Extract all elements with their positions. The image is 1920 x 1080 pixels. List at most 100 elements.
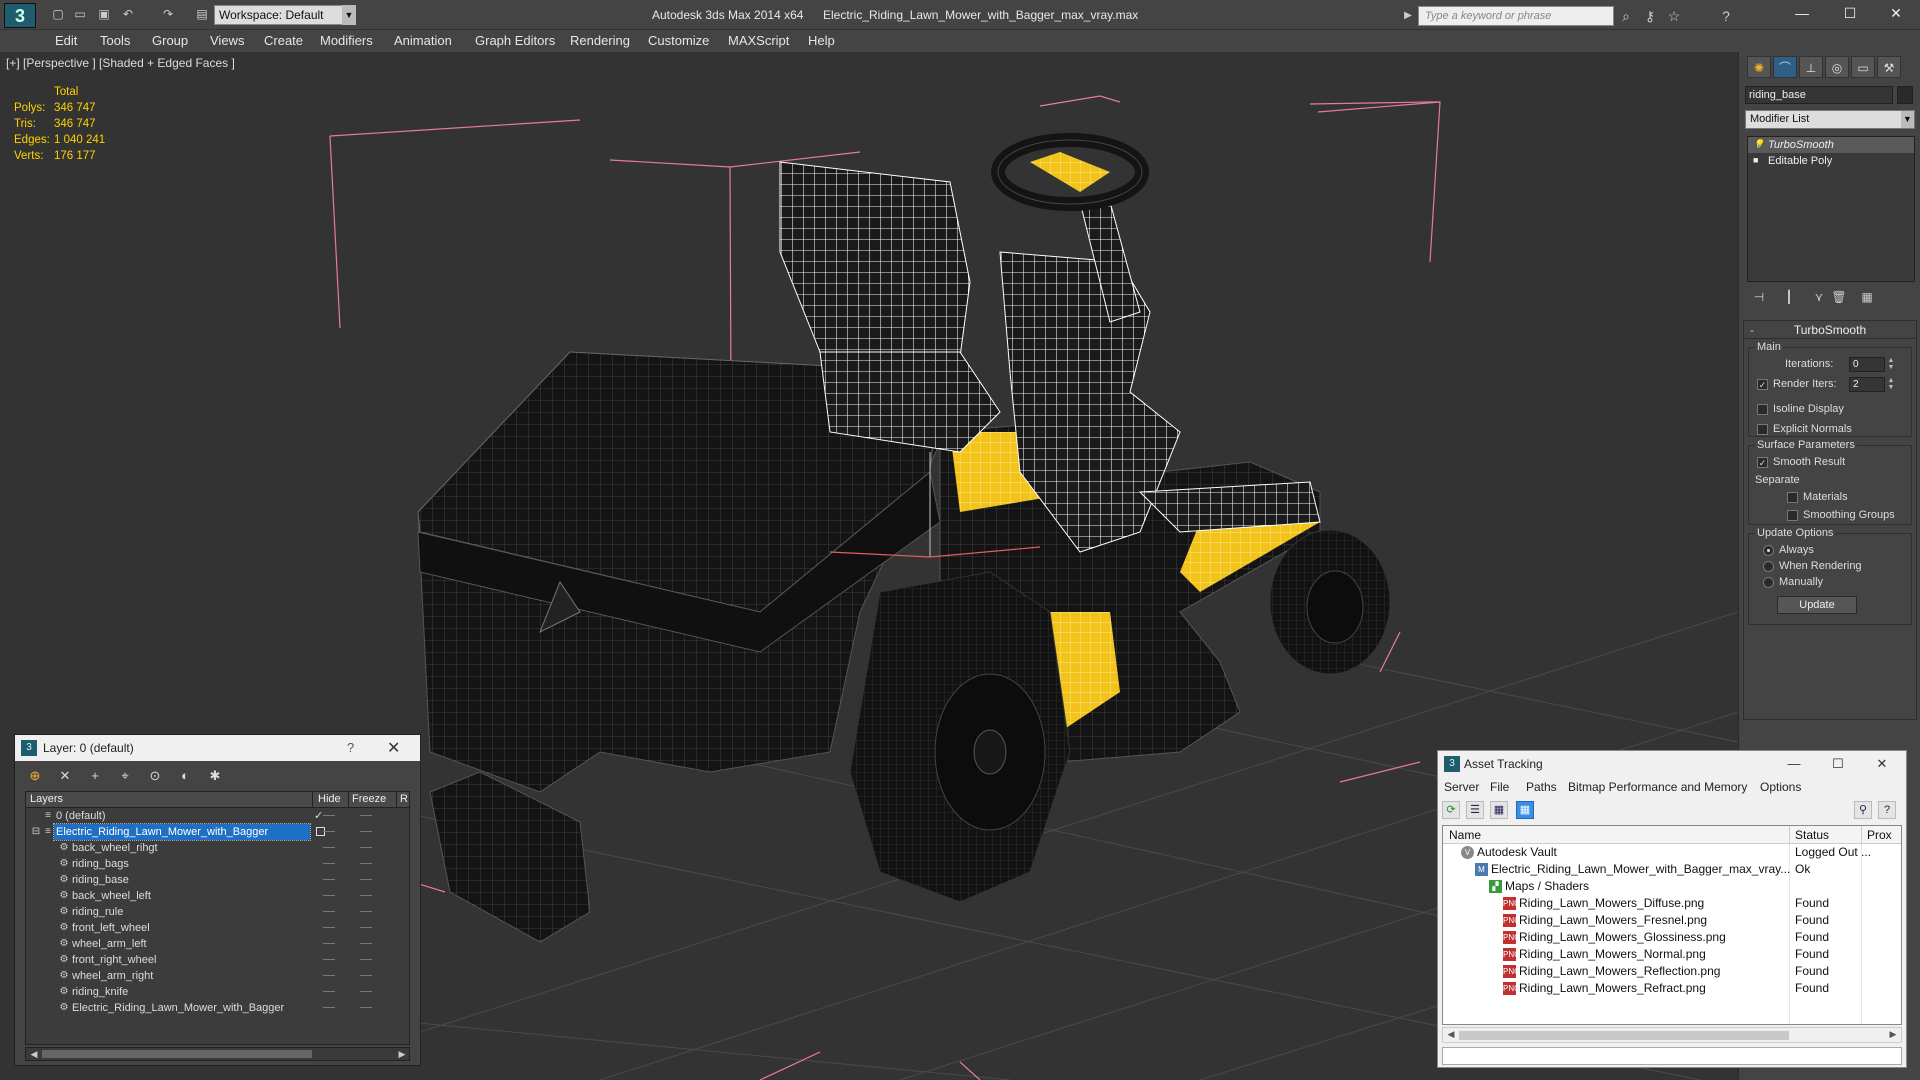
scrollbar-thumb[interactable] — [42, 1050, 312, 1058]
layer-row[interactable]: ⚙ back_wheel_left — [26, 888, 409, 904]
freeze-toggle[interactable] — [360, 863, 372, 864]
menu-edit[interactable]: Edit — [55, 33, 77, 48]
layer-row[interactable]: ⚙ wheel_arm_right — [26, 968, 409, 984]
hierarchy-tab-icon[interactable]: ⊥ — [1799, 56, 1823, 78]
hide-toggle[interactable] — [323, 815, 335, 816]
asset-row[interactable]: PNG Riding_Lawn_Mowers_Refract.png Found — [1443, 980, 1901, 997]
help-icon[interactable]: ? — [1716, 6, 1736, 26]
delete-layer-icon[interactable]: ✕ — [55, 767, 75, 785]
utilities-tab-icon[interactable]: ⚒ — [1877, 56, 1901, 78]
hide-toggle[interactable] — [323, 991, 335, 992]
undo-icon[interactable]: ↶ — [120, 7, 136, 22]
binoculars-icon[interactable]: ⌕ — [1616, 6, 1636, 26]
3ds-max-logo-icon[interactable]: 3 — [4, 3, 36, 28]
col-name[interactable]: Name — [1449, 828, 1481, 842]
col-proxy[interactable]: Prox — [1867, 828, 1892, 842]
minimize-button[interactable]: — — [1780, 0, 1824, 26]
layer-window-titlebar[interactable]: 3 Layer: 0 (default) ? ✕ — [15, 735, 420, 761]
display-tab-icon[interactable]: ▭ — [1851, 56, 1875, 78]
freeze-all-layers-icon[interactable]: ✱ — [205, 767, 225, 785]
col-layers[interactable]: Layers — [30, 793, 63, 805]
grid-view-icon[interactable]: ▦ — [1516, 801, 1534, 819]
freeze-toggle[interactable] — [360, 879, 372, 880]
hide-toggle[interactable] — [323, 975, 335, 976]
update-button[interactable]: Update — [1777, 596, 1857, 614]
create-tab-icon[interactable]: ✺ — [1747, 56, 1771, 78]
key-icon[interactable]: ⚷ — [1640, 6, 1660, 26]
freeze-toggle[interactable] — [360, 991, 372, 992]
select-objects-in-layer-icon[interactable]: ⌖ — [115, 767, 135, 785]
help-icon[interactable]: ? — [347, 740, 354, 755]
asset-menu-options[interactable]: Options — [1760, 780, 1801, 794]
star-icon[interactable]: ☆ — [1664, 6, 1684, 26]
freeze-toggle[interactable] — [360, 975, 372, 976]
freeze-toggle[interactable] — [360, 847, 372, 848]
lightbulb-icon[interactable]: 💡 — [1753, 140, 1764, 149]
object-color-swatch[interactable] — [1897, 86, 1913, 104]
hide-toggle[interactable] — [323, 927, 335, 928]
search-input[interactable]: Type a keyword or phrase — [1418, 6, 1614, 26]
save-icon[interactable]: ▣ — [96, 7, 112, 22]
layer-row[interactable]: ⚙ riding_knife — [26, 984, 409, 1000]
layer-row[interactable]: ⚙ front_right_wheel — [26, 952, 409, 968]
menu-modifiers[interactable]: Modifiers — [320, 33, 373, 48]
modify-tab-icon[interactable]: ⌒ — [1773, 56, 1797, 78]
chevron-down-icon[interactable]: ▼ — [342, 5, 356, 25]
freeze-toggle[interactable] — [360, 1007, 372, 1008]
list-view-icon[interactable]: ☰ — [1466, 801, 1484, 819]
asset-row[interactable]: ▞ Maps / Shaders — [1443, 878, 1901, 895]
col-hide[interactable]: Hide — [318, 793, 341, 805]
freeze-toggle[interactable] — [360, 895, 372, 896]
menu-graph-editors[interactable]: Graph Editors — [475, 33, 555, 48]
scroll-left-icon[interactable]: ◀ — [1445, 1028, 1457, 1040]
hide-toggle[interactable] — [323, 895, 335, 896]
make-unique-icon[interactable]: ⋎ — [1809, 288, 1829, 306]
asset-row[interactable]: PNG Riding_Lawn_Mowers_Reflection.png Foun… — [1443, 963, 1901, 980]
layer-row[interactable]: ⚙ front_left_wheel — [26, 920, 409, 936]
asset-window-titlebar[interactable]: 3 Asset Tracking — ☐ ✕ — [1438, 751, 1906, 777]
expand-search-icon[interactable]: ▶ — [1398, 6, 1418, 26]
layer-row[interactable]: ⚙ Electric_Riding_Lawn_Mower_with_Bagger — [26, 1000, 409, 1016]
asset-menu-server[interactable]: Server — [1444, 780, 1479, 794]
menu-help[interactable]: Help — [808, 33, 835, 48]
asset-row[interactable]: PNG Riding_Lawn_Mowers_Normal.png Found — [1443, 946, 1901, 963]
hide-toggle[interactable] — [323, 863, 335, 864]
close-button[interactable]: ✕ — [1862, 753, 1902, 775]
manually-radio[interactable] — [1763, 577, 1774, 588]
menu-group[interactable]: Group — [152, 33, 188, 48]
menu-maxscript[interactable]: MAXScript — [728, 33, 789, 48]
chevron-down-icon[interactable]: ▼ — [1901, 111, 1914, 128]
render-iters-checkbox[interactable]: ✓ — [1757, 379, 1768, 390]
stack-item-turbosmooth[interactable]: 💡 TurboSmooth — [1748, 137, 1914, 153]
freeze-toggle[interactable] — [360, 831, 372, 832]
stack-item-editable-poly[interactable]: ■ Editable Poly — [1748, 153, 1914, 169]
col-freeze[interactable]: Freeze — [352, 793, 386, 805]
layer-row[interactable]: ⚙ riding_bags — [26, 856, 409, 872]
spinner-arrows-icon[interactable]: ▲ ▼ — [1887, 377, 1895, 392]
hide-toggle[interactable] — [323, 847, 335, 848]
layer-row[interactable]: ⊟ ≡ Electric_Riding_Lawn_Mower_with_Bagg… — [26, 823, 409, 841]
freeze-toggle[interactable] — [360, 815, 372, 816]
open-file-icon[interactable]: ▭ — [72, 7, 88, 22]
asset-row[interactable]: PNG Riding_Lawn_Mowers_Glossiness.png Foun… — [1443, 929, 1901, 946]
table-view-icon[interactable]: ▦ — [1490, 801, 1508, 819]
smoothing-groups-checkbox[interactable] — [1787, 510, 1798, 521]
configure-modifier-sets-icon[interactable]: ▦ — [1857, 288, 1877, 306]
smooth-result-checkbox[interactable]: ✓ — [1757, 457, 1768, 468]
close-button[interactable]: ✕ — [1874, 0, 1918, 26]
layer-row[interactable]: ⚙ back_wheel_rihgt — [26, 840, 409, 856]
vault-connect-icon[interactable]: ⚲ — [1854, 801, 1872, 819]
object-name-field[interactable]: riding_base — [1745, 86, 1893, 104]
menu-customize[interactable]: Customize — [648, 33, 709, 48]
always-radio[interactable] — [1763, 545, 1774, 556]
materials-checkbox[interactable] — [1787, 492, 1798, 503]
asset-menu-paths[interactable]: Paths — [1526, 780, 1557, 794]
hide-toggle[interactable] — [323, 879, 335, 880]
add-to-layer-icon[interactable]: + — [85, 767, 105, 785]
menu-create[interactable]: Create — [264, 33, 303, 48]
scroll-right-icon[interactable]: ▶ — [1887, 1028, 1899, 1040]
render-iters-spinner[interactable]: 2 — [1849, 377, 1885, 392]
asset-row[interactable]: PNG Riding_Lawn_Mowers_Diffuse.png Found — [1443, 895, 1901, 912]
refresh-icon[interactable]: ⟳ — [1442, 801, 1460, 819]
hide-toggle[interactable] — [323, 943, 335, 944]
